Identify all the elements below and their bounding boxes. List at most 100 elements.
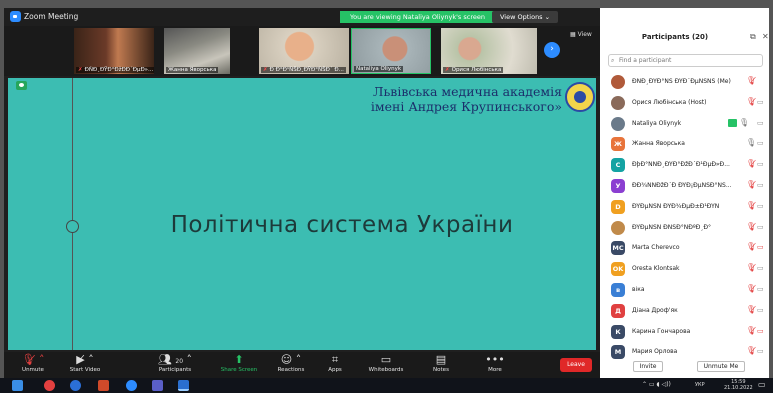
teams-icon[interactable] <box>152 380 163 391</box>
shared-screen: Львівська медична академія імені Андрея … <box>4 76 600 352</box>
mic-icon: 🎙︎ <box>739 117 750 127</box>
muted-mic-icon: 🎙︎̸ <box>746 76 757 85</box>
avatar: У <box>611 179 625 193</box>
muted-mic-icon: 🎙︎̸ <box>746 180 757 189</box>
muted-mic-icon: ✗ <box>263 67 268 73</box>
unmute-button[interactable]: 🎙︎̸ ˄ Unmute <box>8 352 58 378</box>
avatar: К <box>611 324 625 339</box>
screen: Zoom Meeting You are viewing Nataliya Ol… <box>0 0 773 393</box>
notifications-icon[interactable]: ▭ <box>758 380 766 389</box>
close-icon[interactable]: ✕ <box>762 32 769 41</box>
start-video-button[interactable]: ▶̸ ˄ Start Video <box>60 352 110 378</box>
tile-name: Nataliya Oliynyk <box>356 66 402 72</box>
participant-name: віка <box>632 286 645 293</box>
participant-row[interactable]: в віка 🎙︎̸ ▭ <box>600 280 769 300</box>
meeting-toolbar: 🎙︎̸ ˄ Unmute ▶̸ ˄ Start Video 👥︎ 20 ˄ Pa… <box>4 352 600 378</box>
more-dots-icon: ••• <box>485 353 505 366</box>
avatar: С <box>611 158 625 173</box>
avatar: М <box>611 345 625 360</box>
participant-row[interactable]: Орися Любінська (Host) 🎙︎̸ ▭ <box>600 93 769 113</box>
participant-row[interactable]: С ÐþÐ°ÑÑÐ¸ÐŸÐ°ÐžÐ´Ð¹ÐµÐ»Ð... 🎙︎̸ ▭ <box>600 155 769 175</box>
more-button[interactable]: ••• More <box>470 352 520 378</box>
avatar: в <box>611 283 625 297</box>
view-options-button[interactable]: View Options ⌄ <box>492 11 559 23</box>
popout-icon[interactable]: ⧉ <box>750 32 756 42</box>
avatar: MC <box>611 241 625 256</box>
zoom-taskbar-icon[interactable] <box>126 380 137 391</box>
window-title: Zoom Meeting <box>24 12 79 21</box>
participants-button[interactable]: 👥︎ 20 ˄ Participants <box>150 352 200 378</box>
participant-row[interactable]: ÐŃÐ¸ÐŸÐ°ÑŠ ÐŸÐ´ÐµÑŠÑŠ (Me) 🎙︎̸ <box>600 72 769 92</box>
participant-name: Жанна Яворська <box>632 140 685 148</box>
muted-mic-icon: 🎙︎̸ <box>746 159 757 169</box>
muted-mic-icon: 🎙︎̸ <box>746 263 757 273</box>
avatar <box>611 116 625 131</box>
avatar <box>611 75 625 89</box>
share-screen-icon: ⬆ <box>234 353 244 366</box>
video-off-icon: ▭ <box>757 118 764 127</box>
participant-row[interactable]: D ÐŸÐµÑŠÑ ÐŸÐ¾ÐµÐ±Ð¹ÐŸÑ 🎙︎̸ ▭ <box>600 197 769 217</box>
avatar: D <box>611 199 625 214</box>
muted-mic-icon: 🎙︎̸ <box>746 221 757 231</box>
notes-button[interactable]: ▤ Notes <box>416 352 466 378</box>
next-page-chevron-icon[interactable]: › <box>544 42 560 58</box>
slide-decor-circle <box>66 220 79 233</box>
participant-name: Nataliya Oliynyk <box>632 119 682 127</box>
participant-name: ÐþÐ°ÑÑÐ¸ÐŸÐ°ÐžÐ´Ð¹ÐµÐ»Ð... <box>632 161 730 169</box>
slide-divider-line <box>72 78 73 350</box>
windows-start-icon[interactable] <box>12 380 23 391</box>
participant-row[interactable]: OK Oresta Klontsak 🎙︎̸ ▭ <box>600 259 769 279</box>
video-tile-active-speaker[interactable]: Nataliya Oliynyk <box>351 28 431 74</box>
invite-button[interactable]: Invite <box>633 361 663 372</box>
video-tile[interactable]: ✗ ÐŃÐ¸ÐŸÐ°ÐžÐ­Ð´ÐµÐ»... <box>74 28 154 74</box>
apps-button[interactable]: ⌗ Apps <box>310 352 360 378</box>
participant-name: Marta Cherevco <box>632 244 680 252</box>
whiteboards-button[interactable]: ▭ Whiteboards <box>361 352 411 378</box>
strip-view-button[interactable]: ▦ View <box>570 31 592 38</box>
participant-row[interactable]: К Карина Гончарова 🎙︎̸ ▭ <box>600 322 769 342</box>
keyboard-language[interactable]: УКР <box>695 382 705 388</box>
participant-row[interactable]: Nataliya Oliynyk 🎙︎ ▭ <box>600 114 769 134</box>
video-off-icon: ▭ <box>757 139 764 148</box>
unmute-me-button[interactable]: Unmute Me <box>697 361 745 372</box>
mic-icon: 🎙︎ <box>746 138 757 148</box>
sharing-icon <box>728 118 737 127</box>
participant-row[interactable]: ÐŸÐµÑŠÑ ÐÑŠÐ°ÑÐºÐ¸Ð° 🎙︎̸ ▭ <box>600 218 769 238</box>
app-icon[interactable] <box>178 380 189 391</box>
browser-icon[interactable] <box>70 380 81 391</box>
notes-icon: ▤ <box>435 353 447 366</box>
video-tile[interactable]: ✗ Ð Ð°Ð¹ÑŠÐ¸ÐŸÐ°ÑŠÐ´ Ð... <box>259 28 349 74</box>
participant-name: ÐŸÐµÑŠÑ ÐŸÐ¾ÐµÐ±Ð¹ÐŸÑ <box>632 202 720 210</box>
video-off-icon: ▭ <box>757 285 764 293</box>
video-tile[interactable]: ✗ Орися Любінська <box>441 28 537 74</box>
avatar <box>611 220 625 235</box>
tray-icons[interactable]: ⌃ ▭ ◖ ◁)) <box>642 381 671 388</box>
video-off-icon: ▭ <box>757 326 764 335</box>
share-screen-button[interactable]: ⬆ Share Screen <box>214 352 264 378</box>
muted-mic-icon: 🎙︎̸ <box>746 96 757 106</box>
participants-panel: Participants (20) ⧉ ✕ ⌕ Find a participa… <box>600 8 769 378</box>
participant-row[interactable]: У ÐÐ¾ÑÑÐžÐ´Ð ÐŸÐ¡ÐµÑŠÐ°ÑŠ... 🎙︎̸ ▭ <box>600 176 769 196</box>
slide-title: Політична система України <box>170 212 514 238</box>
muted-mic-icon: 🎙︎̸ <box>746 325 757 335</box>
video-off-icon: ▭ <box>757 243 764 252</box>
participant-row[interactable]: MC Marta Cherevco 🎙︎̸ ▭ <box>600 238 769 258</box>
video-tile[interactable]: Жанна Яворська <box>164 28 230 74</box>
avatar: OK <box>611 262 625 277</box>
chrome-icon[interactable] <box>44 380 55 391</box>
participant-row[interactable]: Ж Жанна Яворська 🎙︎ ▭ <box>600 134 769 154</box>
participant-name: ÐÐ¾ÑÑÐžÐ´Ð ÐŸÐ¡ÐµÑŠÐ°ÑŠ... <box>632 182 732 189</box>
powerpoint-icon[interactable] <box>98 380 109 391</box>
whiteboard-icon: ▭ <box>380 353 392 366</box>
video-off-icon: ▭ <box>757 201 764 210</box>
participant-row[interactable]: Д Діана Дроф'як 🎙︎̸ ▭ <box>600 301 769 321</box>
search-input[interactable]: Find a participant <box>608 54 763 67</box>
leave-button[interactable]: Leave <box>560 358 592 372</box>
video-off-icon: ▭ <box>757 347 764 356</box>
reactions-button[interactable]: ☺ ˄ Reactions <box>266 352 316 378</box>
clock[interactable]: 15:59 21.10.2022 <box>724 379 753 391</box>
muted-mic-icon: ✗ <box>445 67 450 73</box>
video-off-icon: ▭ <box>757 181 764 189</box>
panel-title: Participants (20) <box>641 33 709 41</box>
participant-row[interactable]: М Мария Орлова 🎙︎̸ ▭ <box>600 342 769 362</box>
